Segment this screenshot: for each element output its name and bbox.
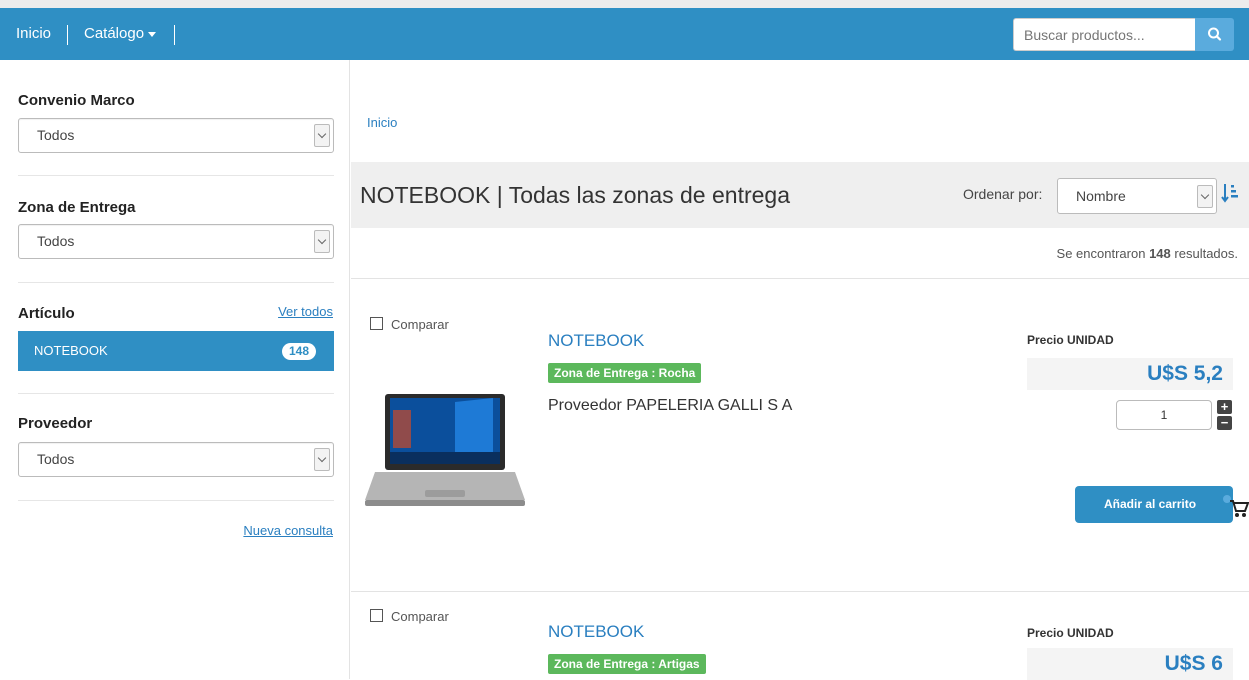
minus-icon[interactable]: − [1217,416,1232,430]
zone-badge: Zona de Entrega : Rocha [548,363,702,383]
results-count: Se encontraron 148 resultados. [1057,246,1238,261]
articulo-item-notebook[interactable]: NOTEBOOK 148 [18,331,334,371]
divider [18,175,334,176]
sort-label: Ordenar por: [963,186,1043,202]
nueva-consulta-link[interactable]: Nueva consulta [243,523,333,538]
caret-down-icon [148,31,157,37]
chevron-down-icon [314,124,330,147]
nav-catalog-label: Catálogo [84,25,145,42]
chevron-down-icon [314,230,330,253]
compare-label: Comparar [391,609,449,624]
divider [18,393,334,394]
price-box: U$S 6 [1027,648,1233,680]
divider [18,500,334,501]
laptop-image[interactable] [363,380,527,520]
add-to-cart-button[interactable]: Añadir al carrito [1075,486,1249,523]
price-label: Precio UNIDAD [1027,626,1114,640]
product-name-link[interactable]: NOTEBOOK [548,331,644,351]
divider [18,282,334,283]
compare-checkbox[interactable] [370,609,383,622]
articulo-label: Artículo [18,305,75,322]
sort-value: Nombre [1076,188,1126,204]
results-number: 148 [1149,246,1171,261]
nav-catalog-dropdown[interactable]: Catálogo [84,8,157,60]
add-to-cart-label: Añadir al carrito [1104,497,1197,511]
articulo-item-label: NOTEBOOK [34,343,108,358]
proveedor-label: Proveedor [18,415,93,432]
sort-ascending-icon[interactable] [1221,182,1239,204]
price-value: U$S 5,2 [1147,362,1223,385]
chevron-down-icon [314,448,330,471]
price-box: U$S 5,2 [1027,358,1233,390]
plus-icon[interactable]: + [1217,400,1232,414]
divider [351,278,1249,279]
convenio-value: Todos [37,127,75,143]
chevron-down-icon [1197,185,1213,208]
sidebar: Convenio Marco Todos Zona de Entrega Tod… [0,60,350,679]
sort-select[interactable]: Nombre [1057,178,1217,214]
count-badge: 148 [281,343,316,360]
convenio-label: Convenio Marco [18,92,135,109]
search-icon [1208,27,1222,41]
ver-todos-link[interactable]: Ver todos [278,304,333,319]
search-button[interactable] [1195,18,1234,51]
main-content: Inicio NOTEBOOK | Todas las zonas de ent… [351,60,1249,680]
zone-badge: Zona de Entrega : Artigas [548,654,706,674]
results-prefix: Se encontraron [1056,246,1146,261]
title-bar: NOTEBOOK | Todas las zonas de entrega Or… [351,162,1249,228]
compare-checkbox[interactable] [370,317,383,330]
price-label: Precio UNIDAD [1027,333,1114,347]
search-input[interactable] [1013,18,1195,51]
zona-select[interactable]: Todos [18,224,334,259]
convenio-select[interactable]: Todos [18,118,334,153]
zona-value: Todos [37,233,75,249]
proveedor-value: Todos [37,451,75,467]
cart-icon [1223,495,1249,517]
results-suffix: resultados. [1174,246,1238,261]
quantity-input[interactable] [1116,400,1212,430]
proveedor-select[interactable]: Todos [18,442,334,477]
page-title: NOTEBOOK | Todas las zonas de entrega [360,182,790,208]
compare-label: Comparar [391,317,449,332]
zona-label: Zona de Entrega [18,199,136,216]
nav-separator [67,25,68,45]
top-strip [0,0,1249,8]
nav-separator [174,25,175,45]
navbar: Inicio Catálogo [0,8,1249,60]
breadcrumb[interactable]: Inicio [367,115,397,130]
nav-home-link[interactable]: Inicio [16,8,51,60]
product-name-link[interactable]: NOTEBOOK [548,622,644,642]
provider-text: Proveedor PAPELERIA GALLI S A [548,397,793,414]
price-value: U$S 6 [1164,652,1223,675]
divider [351,591,1249,592]
